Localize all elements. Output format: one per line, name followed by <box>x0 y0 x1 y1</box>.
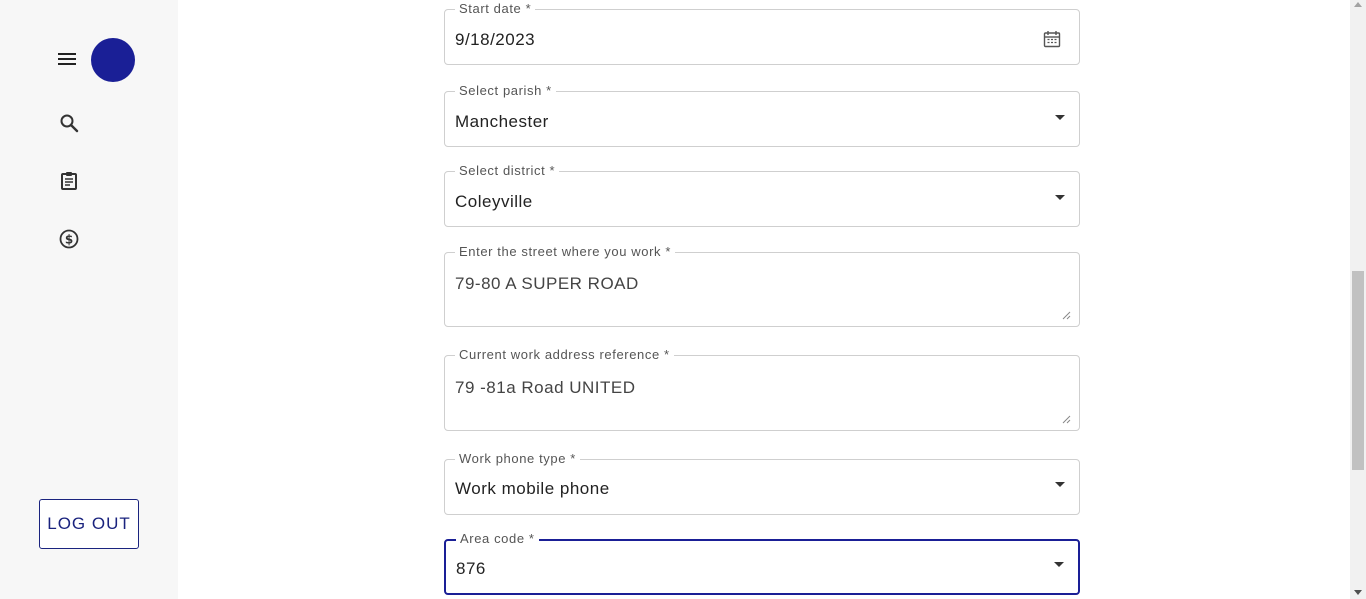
phone-type-label: Work phone type * <box>455 452 580 466</box>
street-value: 79-80 A SUPER ROAD <box>455 274 639 293</box>
parish-label: Select parish * <box>455 84 556 98</box>
clipboard-icon[interactable] <box>57 169 81 193</box>
chevron-down-icon <box>1055 115 1065 120</box>
scroll-down-icon[interactable] <box>1354 590 1362 595</box>
chevron-down-icon <box>1054 562 1064 567</box>
address-reference-label: Current work address reference * <box>455 348 674 362</box>
address-reference-textarea[interactable]: Current work address reference * 79 -81a… <box>444 348 1080 431</box>
parish-select[interactable]: Select parish * Manchester <box>444 84 1080 147</box>
resize-handle-icon[interactable] <box>1062 411 1071 424</box>
area-code-label: Area code * <box>456 532 539 546</box>
svg-text:$: $ <box>65 233 73 247</box>
search-icon[interactable] <box>57 111 81 135</box>
area-code-value: 876 <box>456 559 486 578</box>
form-area: Start date * 9/18/2023 Select parish * M… <box>178 0 1350 599</box>
start-date-field[interactable]: Start date * 9/18/2023 <box>444 2 1080 65</box>
menu-icon[interactable] <box>55 47 79 71</box>
calendar-icon[interactable] <box>1043 30 1061 48</box>
avatar[interactable] <box>91 38 135 82</box>
scrollbar-thumb[interactable] <box>1352 271 1364 470</box>
scroll-up-icon[interactable] <box>1354 2 1362 7</box>
district-select[interactable]: Select district * Coleyville <box>444 164 1080 227</box>
phone-type-value: Work mobile phone <box>455 479 610 498</box>
chevron-down-icon <box>1055 195 1065 200</box>
area-code-select[interactable]: Area code * 876 <box>444 532 1080 595</box>
start-date-value: 9/18/2023 <box>455 30 536 49</box>
district-value: Coleyville <box>455 192 533 211</box>
resize-handle-icon[interactable] <box>1062 307 1071 320</box>
street-label: Enter the street where you work * <box>455 245 676 259</box>
district-label: Select district * <box>455 164 560 178</box>
phone-type-select[interactable]: Work phone type * Work mobile phone <box>444 452 1080 515</box>
address-reference-value: 79 -81a Road UNITED <box>455 378 636 397</box>
street-textarea[interactable]: Enter the street where you work * 79-80 … <box>444 245 1080 327</box>
scrollbar[interactable] <box>1350 0 1366 599</box>
sidebar: $ LOG OUT <box>0 0 178 599</box>
dollar-icon[interactable]: $ <box>57 227 81 251</box>
logout-button[interactable]: LOG OUT <box>39 499 139 549</box>
parish-value: Manchester <box>455 112 549 131</box>
chevron-down-icon <box>1055 482 1065 487</box>
start-date-label: Start date * <box>455 2 536 16</box>
